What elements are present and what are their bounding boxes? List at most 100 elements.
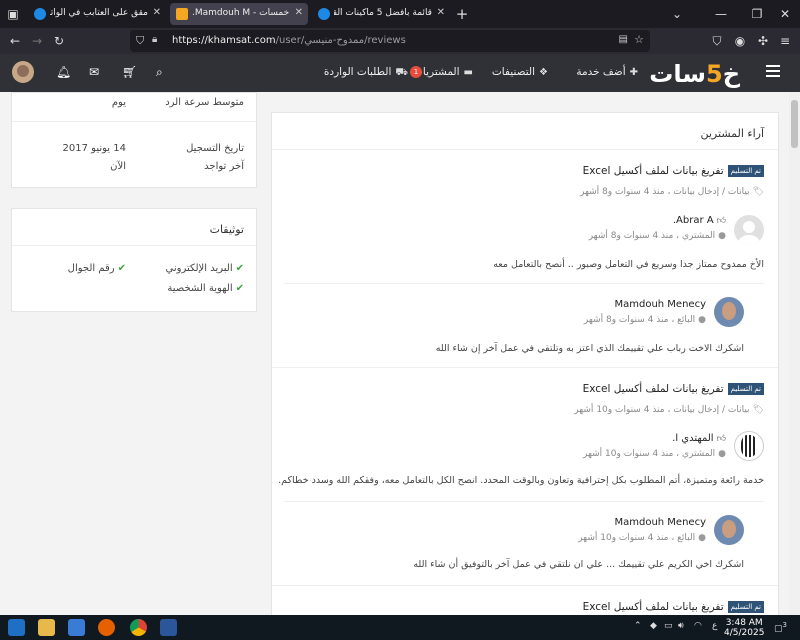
- pocket-icon[interactable]: ⛉: [708, 32, 726, 50]
- category-link[interactable]: بيانات / إدخال بيانات: [673, 405, 749, 415]
- browser-tab-active[interactable]: خمسات - Mamdouh M. ✕: [170, 3, 308, 25]
- divider: [272, 149, 778, 150]
- tab-favicon-icon: [34, 8, 46, 20]
- user-icon: ●: [698, 315, 706, 325]
- seller-name[interactable]: Mamdouh Menecy: [614, 299, 706, 310]
- buyer-name[interactable]: 👍︎المهتدي ا.: [672, 433, 726, 444]
- volume-icon[interactable]: 🔊︎: [678, 621, 684, 631]
- divider: [272, 367, 778, 368]
- buyer-name[interactable]: 👍︎Abrar A.: [673, 215, 726, 226]
- tab-favicon-icon: [176, 8, 188, 20]
- status-badge: تم التسليم: [727, 165, 764, 177]
- windows-start-icon[interactable]: [8, 619, 25, 636]
- site-logo[interactable]: خ5سات: [649, 60, 741, 88]
- close-icon[interactable]: ✕: [153, 7, 161, 18]
- buyer-meta: ●المشتري ، منذ 4 سنوات و8 أشهر: [588, 231, 726, 241]
- user-icon: ●: [718, 449, 726, 459]
- new-tab-button[interactable]: +: [453, 5, 471, 23]
- page-scrollbar[interactable]: [789, 92, 800, 615]
- store-icon[interactable]: [68, 619, 85, 636]
- divider: [284, 283, 764, 284]
- minimize-icon[interactable]: —: [712, 5, 730, 23]
- wifi-icon[interactable]: ◠: [694, 621, 702, 631]
- firefox-icon[interactable]: [98, 619, 115, 636]
- cart-icon[interactable]: 🛒︎: [122, 65, 137, 79]
- back-arrow-icon[interactable]: ←: [6, 32, 24, 50]
- nav-categories[interactable]: ❖التصنيفات: [492, 66, 548, 78]
- tab-title: قائمة بأفضل 5 ماكينات القهوة المختصة و..…: [334, 8, 432, 18]
- account-icon[interactable]: ◉: [731, 32, 749, 50]
- reader-view-icon[interactable]: ▤: [619, 34, 628, 45]
- notifications-icon[interactable]: ▢3: [774, 621, 787, 634]
- address-bar[interactable]: ⛉ 🔒︎ https://khamsat.com/user/ممدوح-منيس…: [130, 30, 650, 52]
- tab-overview-icon[interactable]: ▣: [4, 5, 22, 23]
- verification-identity: ✔الهوية الشخصية: [167, 283, 244, 294]
- requests-badge: 1: [410, 66, 422, 78]
- buyer-meta: ●المشتري ، منذ 4 سنوات و10 أشهر: [583, 449, 726, 459]
- stat-label: آخر تواجد: [204, 161, 244, 172]
- avatar[interactable]: [714, 297, 744, 327]
- stat-label: متوسط سرعة الرد: [165, 97, 244, 108]
- nav-add-service[interactable]: ✚أضف خدمة: [576, 66, 638, 78]
- buyer-review-text: خدمة رائعة ومتميزة، أتم المطلوب بكل إحتر…: [278, 475, 764, 486]
- window-close-icon[interactable]: ✕: [776, 5, 794, 23]
- envelope-icon[interactable]: ✉: [89, 65, 99, 79]
- category-link[interactable]: بيانات / إدخال بيانات: [673, 187, 749, 197]
- plus-icon: ✚: [629, 67, 638, 78]
- network-icon[interactable]: ▭: [664, 621, 673, 631]
- review-service-meta: 🏷︎بيانات / إدخال بيانات ، منذ 4 سنوات و1…: [574, 405, 764, 415]
- tray-app-icon[interactable]: ◆: [650, 621, 657, 631]
- extensions-icon[interactable]: ✣: [754, 32, 772, 50]
- scrollbar-thumb[interactable]: [791, 100, 798, 148]
- forward-arrow-icon[interactable]: →: [28, 32, 46, 50]
- avatar[interactable]: [714, 515, 744, 545]
- check-icon: ✔: [235, 263, 244, 274]
- word-icon[interactable]: [160, 619, 177, 636]
- user-icon: ●: [718, 231, 726, 241]
- review-service-meta: 🏷︎بيانات / إدخال بيانات ، منذ 4 سنوات و8…: [580, 187, 764, 197]
- avatar[interactable]: [734, 431, 764, 461]
- hamburger-menu-icon[interactable]: [766, 65, 780, 77]
- review-service-title[interactable]: تم التسليمتفريغ بيانات لملف أكسيل Excel: [583, 165, 764, 177]
- browser-tab[interactable]: مقق على العتابب في الواتساب ويكن ... ✕: [28, 3, 166, 25]
- language-indicator[interactable]: ع: [712, 621, 717, 631]
- restore-icon[interactable]: ❐: [748, 5, 766, 23]
- verification-email: ✔البريد الإلكتروني: [165, 263, 245, 274]
- avatar[interactable]: [734, 215, 764, 245]
- menu-icon[interactable]: ≡: [776, 32, 794, 50]
- review-service-title[interactable]: تم التسليمتفريغ بيانات لملف أكسيل Excel: [583, 383, 764, 395]
- status-badge: تم التسليم: [727, 601, 764, 613]
- truck-icon: ⛟: [395, 67, 408, 78]
- chrome-icon[interactable]: [130, 619, 147, 636]
- divider: [284, 501, 764, 502]
- seller-name[interactable]: Mamdouh Menecy: [614, 517, 706, 528]
- nav-incoming-requests[interactable]: 1⛟الطلبات الواردة: [324, 66, 422, 80]
- stat-value: الآن: [110, 161, 126, 172]
- nav-purchases[interactable]: ▬المشتريات: [413, 66, 473, 78]
- browser-tab[interactable]: قائمة بأفضل 5 ماكينات القهوة المختصة و..…: [312, 3, 450, 25]
- tab-favicon-icon: [318, 8, 330, 20]
- avatar[interactable]: [12, 61, 34, 83]
- stat-value: يوم: [111, 97, 126, 108]
- reload-icon[interactable]: ↻: [50, 32, 68, 50]
- close-icon[interactable]: ✕: [295, 7, 303, 18]
- seller-meta: ●البائع ، منذ 4 سنوات و8 أشهر: [583, 315, 706, 325]
- divider: [272, 585, 778, 586]
- tray-chevron-icon[interactable]: ⌃: [634, 621, 642, 631]
- browser-toolbar: ← → ↻ ⛉ 🔒︎ https://khamsat.com/user/ممدو…: [0, 28, 800, 54]
- tab-title: خمسات - Mamdouh M.: [192, 8, 290, 18]
- close-icon[interactable]: ✕: [437, 7, 445, 18]
- file-explorer-icon[interactable]: [38, 619, 55, 636]
- folder-icon: ▬: [463, 67, 473, 78]
- bell-icon[interactable]: 🔔︎: [56, 65, 71, 79]
- tab-list-chevron-icon[interactable]: ⌄: [668, 5, 686, 23]
- thumbs-up-icon: 👍︎: [716, 216, 726, 226]
- shield-icon: ⛉: [136, 34, 145, 47]
- search-icon[interactable]: ⌕: [156, 65, 163, 80]
- browser-tab-strip: ▣ مقق على العتابب في الواتساب ويكن ... ✕…: [0, 0, 800, 28]
- system-clock[interactable]: 3:48 AM 4/5/2025: [724, 618, 764, 638]
- bookmark-star-icon[interactable]: ☆: [634, 33, 644, 46]
- verification-phone: ✔رقم الجوال: [67, 263, 126, 274]
- review-service-title[interactable]: تم التسليمتفريغ بيانات لملف أكسيل Excel: [583, 601, 764, 613]
- seller-meta: ●البائع ، منذ 4 سنوات و10 أشهر: [578, 533, 706, 543]
